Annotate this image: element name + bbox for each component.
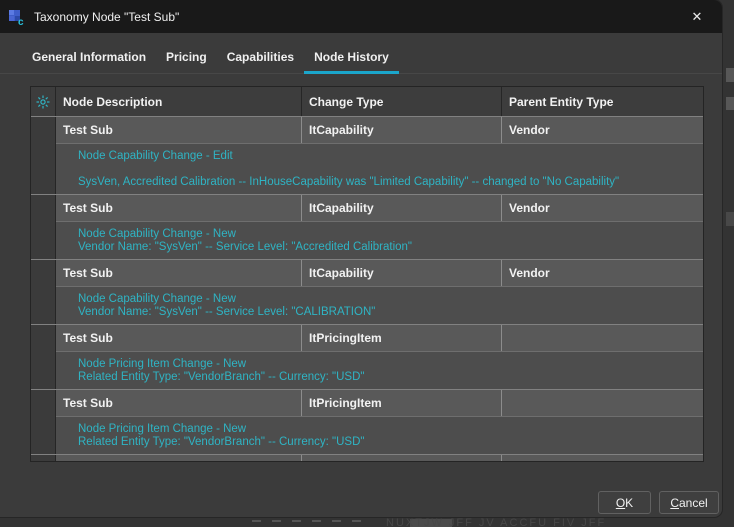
- tab-general-information[interactable]: General Information: [22, 50, 156, 74]
- change-detail-line: Vendor Name: "SysVen" -- Service Level: …: [78, 306, 699, 319]
- change-detail-row: Node Pricing Item Change - NewRelated En…: [56, 416, 704, 454]
- cell-change-type[interactable]: ItPricingItem: [302, 325, 502, 351]
- ok-button[interactable]: OK: [598, 491, 651, 514]
- table-row[interactable]: Test SubItCapabilityVendor: [56, 117, 704, 143]
- cell-parent-entity-type[interactable]: [502, 390, 704, 416]
- cell-change-type[interactable]: ItPricingItem: [302, 455, 502, 462]
- cell-node-description[interactable]: Test Sub: [56, 117, 302, 143]
- cell-change-type[interactable]: ItCapability: [302, 260, 502, 286]
- column-header-node-description[interactable]: Node Description: [56, 87, 302, 116]
- column-header-parent-entity-type[interactable]: Parent Entity Type: [502, 87, 703, 116]
- cell-node-description[interactable]: Test Sub: [56, 390, 302, 416]
- cell-node-description[interactable]: Test Sub: [56, 195, 302, 221]
- background-scrollbar-fragment: [726, 212, 734, 226]
- table-row[interactable]: Test SubItCapabilityVendor: [56, 195, 704, 221]
- table-row[interactable]: Test SubItPricingItem: [56, 325, 704, 351]
- row-indicator-gutter[interactable]: [31, 390, 56, 454]
- cell-change-type[interactable]: ItCapability: [302, 117, 502, 143]
- close-button[interactable]: ✕: [684, 5, 710, 29]
- grid-row-group: Test SubItPricingItemNode Pricing Item C…: [31, 324, 703, 389]
- change-detail-line: [78, 163, 699, 176]
- change-detail-row: Node Capability Change - Edit SysVen, Ac…: [56, 143, 704, 194]
- grid-row-group: Test SubItPricingItem: [31, 454, 703, 462]
- cancel-button[interactable]: Cancel: [659, 491, 719, 514]
- row-indicator-gutter[interactable]: [31, 195, 56, 259]
- grid-customize-button[interactable]: [31, 87, 56, 116]
- taxonomy-node-dialog: c Taxonomy Node "Test Sub" ✕ General Inf…: [0, 0, 722, 517]
- background-scrollbar-fragment: [726, 97, 734, 110]
- change-detail-line: SysVen, Accredited Calibration -- InHous…: [78, 176, 699, 189]
- tabstrip: General InformationPricingCapabilitiesNo…: [0, 33, 722, 74]
- background-dashes: [252, 520, 361, 522]
- change-detail-row: Node Capability Change - NewVendor Name:…: [56, 286, 704, 324]
- tab-capabilities[interactable]: Capabilities: [217, 50, 304, 74]
- cell-parent-entity-type[interactable]: Vendor: [502, 260, 704, 286]
- grid-row-group: Test SubItCapabilityVendorNode Capabilit…: [31, 116, 703, 194]
- cell-parent-entity-type[interactable]: Vendor: [502, 117, 704, 143]
- close-icon: ✕: [692, 9, 703, 25]
- change-detail-line: Node Pricing Item Change - New: [78, 423, 699, 436]
- cell-parent-entity-type[interactable]: Vendor: [502, 195, 704, 221]
- table-row[interactable]: Test SubItPricingItem: [56, 455, 704, 462]
- cell-change-type[interactable]: ItPricingItem: [302, 390, 502, 416]
- change-detail-row: Node Capability Change - NewVendor Name:…: [56, 221, 704, 259]
- change-detail-line: Node Capability Change - New: [78, 293, 699, 306]
- row-indicator-gutter[interactable]: [31, 260, 56, 324]
- dialog-titlebar: c Taxonomy Node "Test Sub" ✕: [0, 0, 722, 33]
- cell-node-description[interactable]: Test Sub: [56, 260, 302, 286]
- node-history-grid: Node Description Change Type Parent Enti…: [30, 86, 704, 462]
- app-icon: c: [7, 8, 25, 26]
- change-detail-line: Related Entity Type: "VendorBranch" -- C…: [78, 436, 699, 449]
- row-indicator-gutter[interactable]: [31, 455, 56, 462]
- cell-parent-entity-type[interactable]: [502, 325, 704, 351]
- row-indicator-gutter[interactable]: [31, 325, 56, 389]
- change-detail-row: Node Pricing Item Change - NewRelated En…: [56, 351, 704, 389]
- tab-pricing[interactable]: Pricing: [156, 50, 217, 74]
- tab-node-history[interactable]: Node History: [304, 50, 399, 74]
- table-row[interactable]: Test SubItCapabilityVendor: [56, 260, 704, 286]
- cell-change-type[interactable]: ItCapability: [302, 195, 502, 221]
- change-detail-line: Node Capability Change - New: [78, 228, 699, 241]
- background-clipped-text: NUXTJW JFF JV ACCFU FIV JFF: [386, 517, 606, 527]
- change-detail-line: Related Entity Type: "VendorBranch" -- C…: [78, 371, 699, 384]
- cell-parent-entity-type[interactable]: [502, 455, 704, 462]
- dialog-title: Taxonomy Node "Test Sub": [34, 10, 179, 24]
- cell-node-description[interactable]: Test Sub: [56, 455, 302, 462]
- change-detail-line: Vendor Name: "SysVen" -- Service Level: …: [78, 241, 699, 254]
- grid-row-group: Test SubItCapabilityVendorNode Capabilit…: [31, 259, 703, 324]
- column-header-change-type[interactable]: Change Type: [302, 87, 502, 116]
- grid-row-group: Test SubItPricingItemNode Pricing Item C…: [31, 389, 703, 454]
- sun-burst-icon: [36, 95, 50, 109]
- change-detail-line: Node Pricing Item Change - New: [78, 358, 699, 371]
- grid-row-group: Test SubItCapabilityVendorNode Capabilit…: [31, 194, 703, 259]
- svg-text:c: c: [18, 17, 24, 26]
- row-indicator-gutter[interactable]: [31, 117, 56, 194]
- background-scrollbar-fragment: [726, 68, 734, 82]
- cell-node-description[interactable]: Test Sub: [56, 325, 302, 351]
- change-detail-line: Node Capability Change - Edit: [78, 150, 699, 163]
- grid-header-row: Node Description Change Type Parent Enti…: [31, 87, 703, 116]
- table-row[interactable]: Test SubItPricingItem: [56, 390, 704, 416]
